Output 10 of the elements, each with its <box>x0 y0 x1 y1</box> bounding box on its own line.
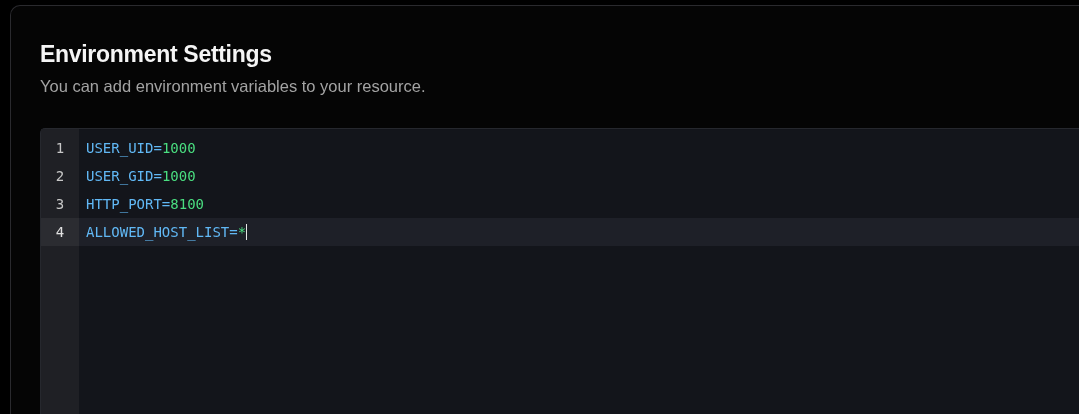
line-number: 3 <box>54 195 66 214</box>
section-description: You can add environment variables to your resource. <box>40 76 427 97</box>
code-line: HTTP_PORT=8100 <box>85 195 205 215</box>
code-editor[interactable]: 1 2 3 4 USER_UID=1000 USER_GID=1000 HTTP_PORT=8100 ALLOWED_HOST_LIST=* <box>40 128 1079 414</box>
line-number: 4 <box>41 218 79 246</box>
line-number: 1 <box>54 139 66 158</box>
line-number: 2 <box>54 167 66 186</box>
section-title: Environment Settings <box>40 40 273 69</box>
code-line: USER_UID=1000 <box>85 139 197 159</box>
code-line: USER_GID=1000 <box>85 167 197 187</box>
